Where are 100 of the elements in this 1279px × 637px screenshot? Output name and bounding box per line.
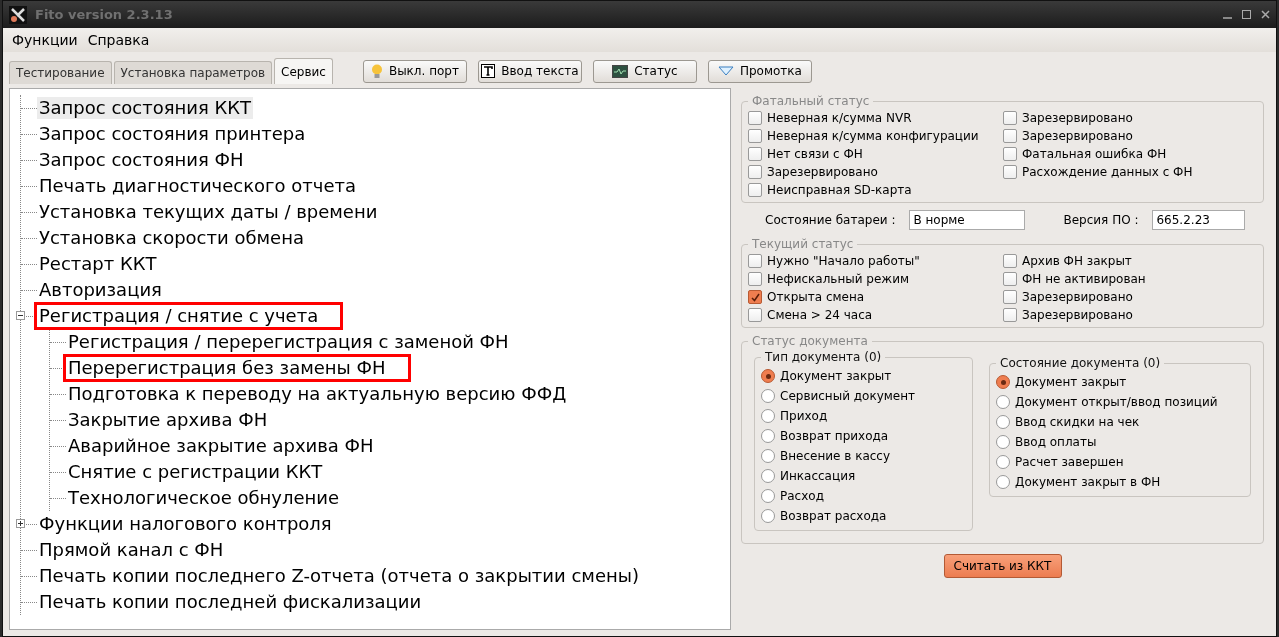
- radio-label: Ввод скидки на чек: [1015, 415, 1140, 429]
- checkbox[interactable]: [1003, 308, 1017, 322]
- checkbox[interactable]: [748, 254, 762, 268]
- radio-button[interactable]: [996, 395, 1010, 409]
- radio-button[interactable]: [996, 415, 1010, 429]
- radio-button[interactable]: [761, 429, 775, 443]
- checkbox-label: Нужно "Начало работы": [767, 254, 920, 268]
- radio-label: Документ открыт/ввод позиций: [1015, 395, 1218, 409]
- radio-label: Документ закрыт: [780, 369, 892, 383]
- toolbar-button[interactable]: Статус: [592, 59, 697, 83]
- checkbox-label: Смена > 24 часа: [767, 308, 873, 322]
- tree-item[interactable]: Запрос состояния ККТ: [37, 97, 254, 119]
- radio-button[interactable]: [761, 509, 775, 523]
- checkbox[interactable]: [748, 147, 762, 161]
- toolbar-button[interactable]: Ввод текста: [477, 59, 582, 83]
- radio-button[interactable]: [761, 389, 775, 403]
- tab[interactable]: Тестирование: [9, 61, 112, 84]
- toolbar-button[interactable]: Выкл. порт: [362, 59, 467, 83]
- checkbox-label: Зарезервировано: [1022, 308, 1133, 322]
- radio-button[interactable]: [761, 469, 775, 483]
- toolbar-button[interactable]: Промотка: [707, 59, 812, 83]
- radio-button[interactable]: [996, 455, 1010, 469]
- checkbox[interactable]: [748, 290, 762, 304]
- monitor-icon: [612, 64, 629, 78]
- tree-item[interactable]: Печать копии последнего Z-отчета (отчета о закрытии смены): [37, 565, 642, 587]
- radio-label: Расход: [780, 489, 824, 503]
- tree-item[interactable]: Закрытие архива ФН: [66, 409, 270, 431]
- checkbox-label: Архив ФН закрыт: [1022, 254, 1132, 268]
- close-icon[interactable]: [1261, 10, 1270, 19]
- radio-button[interactable]: [761, 369, 775, 383]
- radio-button[interactable]: [996, 475, 1010, 489]
- read-button[interactable]: Считать из ККТ: [943, 554, 1062, 578]
- checkbox-label: Нефискальный режим: [767, 272, 909, 286]
- checkbox[interactable]: [1003, 272, 1017, 286]
- radio-label: Сервисный документ: [780, 389, 916, 403]
- menu-item[interactable]: Функции: [12, 32, 78, 48]
- checkbox[interactable]: [1003, 290, 1017, 304]
- tree-item[interactable]: Технологическое обнуление: [66, 487, 342, 509]
- checkbox[interactable]: [1003, 165, 1017, 179]
- radio-label: Инкассация: [780, 469, 856, 483]
- tree-item[interactable]: Регистрация / перерегистрация с заменой ФН: [66, 331, 511, 353]
- tree-item[interactable]: Запрос состояния принтера: [37, 123, 308, 145]
- checkbox-label: Открыта смена: [767, 290, 865, 304]
- radio-label: Возврат расхода: [780, 509, 887, 523]
- checkbox-label: Неисправная SD-карта: [767, 183, 912, 197]
- tree-item[interactable]: Перерегистрация без замены ФН: [66, 357, 408, 379]
- tree-item[interactable]: Подготовка к переводу на актуальную версию ФФД: [66, 383, 569, 405]
- checkbox[interactable]: [1003, 129, 1017, 143]
- checkbox[interactable]: [1003, 147, 1017, 161]
- radio-button[interactable]: [996, 435, 1010, 449]
- radio-button[interactable]: [996, 375, 1010, 389]
- radio-button[interactable]: [761, 489, 775, 503]
- checkbox-label: Неверная к/сумма NVR: [767, 111, 912, 125]
- radio-label: Внесение в кассу: [780, 449, 891, 463]
- tree-item[interactable]: Функции налогового контроля: [37, 513, 334, 535]
- field-label: Версия ПО :: [1063, 213, 1139, 227]
- checkbox-label: Зарезервировано: [1022, 290, 1133, 304]
- input-field[interactable]: 665.2.23: [1152, 210, 1246, 230]
- menu-item[interactable]: Справка: [87, 32, 150, 48]
- group-title: Фатальный статус: [751, 94, 871, 108]
- checkbox[interactable]: [748, 308, 762, 322]
- checkbox[interactable]: [1003, 254, 1017, 268]
- tree-item[interactable]: Печать диагностического отчета: [37, 175, 358, 197]
- checkbox-label: Расхождение данных с ФН: [1022, 165, 1193, 179]
- expand-toggle[interactable]: [16, 519, 25, 528]
- checkbox[interactable]: [748, 129, 762, 143]
- radio-button[interactable]: [761, 409, 775, 423]
- checkbox[interactable]: [748, 183, 762, 197]
- checkbox[interactable]: [748, 272, 762, 286]
- radio-label: Приход: [780, 409, 828, 423]
- tab[interactable]: Сервис: [274, 58, 333, 84]
- checkbox[interactable]: [748, 165, 762, 179]
- tree-item[interactable]: Установка текущих даты / времени: [37, 201, 380, 223]
- checkbox-label: Зарезервировано: [767, 165, 878, 179]
- checkbox[interactable]: [748, 111, 762, 125]
- tree-item[interactable]: Печать копии последней фискализации: [37, 591, 424, 613]
- tab[interactable]: Установка параметров: [113, 61, 273, 84]
- tree-item[interactable]: Снятие с регистрации ККТ: [66, 461, 325, 483]
- radio-label: Документ закрыт: [1015, 375, 1127, 389]
- maximize-icon[interactable]: [1242, 10, 1251, 19]
- checkbox-label: Фатальная ошибка ФН: [1022, 147, 1167, 161]
- tree-item[interactable]: Запрос состояния ФН: [37, 149, 246, 171]
- tree-item[interactable]: Регистрация / снятие с учета: [37, 305, 341, 327]
- tree-item[interactable]: Авторизация: [37, 279, 164, 301]
- tree-item[interactable]: Прямой канал с ФН: [37, 539, 226, 561]
- tree-item[interactable]: Аварийное закрытие архива ФН: [66, 435, 376, 457]
- checkbox-label: ФН не активирован: [1022, 272, 1146, 286]
- checkbox[interactable]: [1003, 111, 1017, 125]
- input-field[interactable]: В норме: [909, 210, 1026, 230]
- radio-label: Расчет завершен: [1015, 455, 1124, 469]
- group-title: Статус документа: [751, 334, 869, 348]
- window-title: Fito version 2.3.13: [35, 7, 173, 22]
- bulb-icon: [370, 63, 383, 79]
- checkbox-label: Зарезервировано: [1022, 129, 1133, 143]
- collapse-toggle[interactable]: [16, 311, 25, 320]
- tree-item[interactable]: Установка скорости обмена: [37, 227, 306, 249]
- radio-button[interactable]: [761, 449, 775, 463]
- field-label: Состояние батареи :: [765, 213, 896, 227]
- radio-label: Ввод оплаты: [1015, 435, 1097, 449]
- tree-item[interactable]: Рестарт ККТ: [37, 253, 159, 275]
